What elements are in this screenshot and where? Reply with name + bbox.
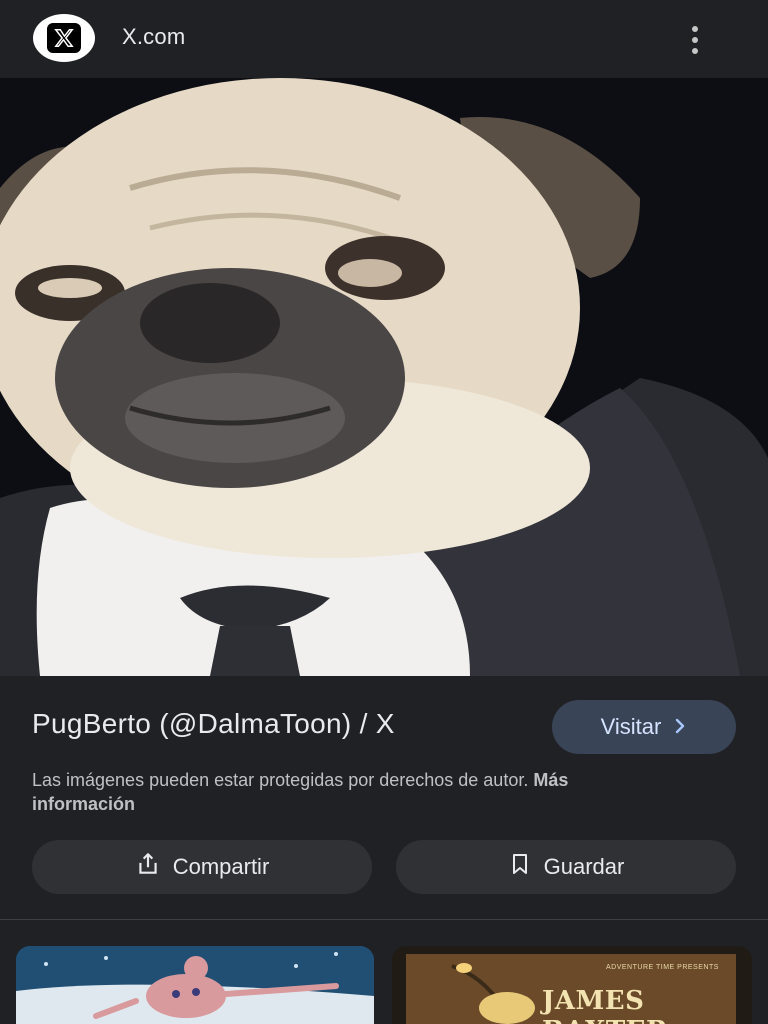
copyright-notice: Las imágenes pueden estar protegidas por… xyxy=(32,768,652,816)
chevron-right-icon xyxy=(673,714,687,740)
preview-image[interactable] xyxy=(0,78,768,676)
image-viewer-page: X.com PugBerto (@DalmaToon) / X Visitar … xyxy=(0,0,768,1024)
related-image-thumbnail[interactable] xyxy=(16,946,374,1024)
related-image-thumbnail[interactable]: ADVENTURE TIME PRESENTS JAMES BAXTER xyxy=(392,946,752,1024)
visit-button-label: Visitar xyxy=(600,714,662,739)
thumbnail-subtitle: ADVENTURE TIME PRESENTS xyxy=(606,964,719,971)
more-vert-icon[interactable] xyxy=(678,20,712,60)
divider xyxy=(0,919,768,920)
share-icon xyxy=(135,851,161,883)
visit-button[interactable]: Visitar xyxy=(552,700,736,754)
copyright-text: Las imágenes pueden estar protegidas por… xyxy=(32,770,529,790)
result-title[interactable]: PugBerto (@DalmaToon) / X xyxy=(32,708,395,740)
share-label: Compartir xyxy=(172,854,270,879)
share-button[interactable]: Compartir xyxy=(32,840,372,894)
thumbnail-title: JAMES BAXTER xyxy=(542,986,668,1024)
x-logo-icon[interactable] xyxy=(33,14,95,62)
save-label: Guardar xyxy=(543,854,625,879)
save-button[interactable]: Guardar xyxy=(396,840,736,894)
header: X.com xyxy=(0,0,768,78)
site-name[interactable]: X.com xyxy=(122,24,185,50)
bookmark-icon xyxy=(508,852,532,882)
